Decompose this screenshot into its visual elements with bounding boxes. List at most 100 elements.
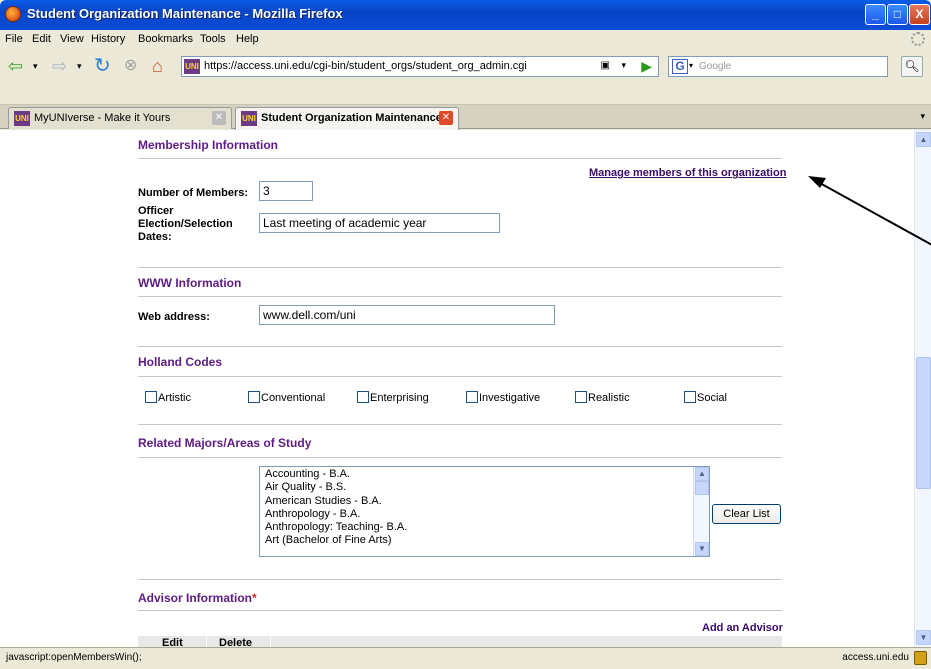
firefox-logo-icon (5, 6, 21, 22)
holland-investigative-checkbox[interactable]: Investigative (466, 391, 540, 404)
menu-history[interactable]: History (91, 33, 125, 45)
holland-realistic-checkbox[interactable]: Realistic (575, 391, 630, 404)
edit-column-header: Edit (162, 637, 183, 647)
page-scroll-down-icon[interactable]: ▼ (916, 630, 931, 645)
holland-artistic-checkbox[interactable]: Artistic (145, 391, 191, 404)
page-scroll-up-icon[interactable]: ▲ (916, 132, 931, 147)
holland-code-label: Social (697, 392, 727, 404)
manage-members-link[interactable]: Manage members of this organization (589, 167, 786, 179)
feed-icon[interactable]: ▣ (601, 60, 610, 71)
clear-list-button[interactable]: Clear List (712, 504, 781, 524)
column-divider (270, 636, 271, 647)
majors-list: Accounting - B.A. Air Quality - B.S. Ame… (265, 468, 407, 548)
required-mark: * (252, 591, 257, 605)
search-box[interactable]: G ▾ Google (668, 56, 888, 77)
list-item[interactable]: Accounting - B.A. (265, 468, 407, 481)
url-dropdown-icon[interactable]: ▾ (621, 60, 626, 71)
menu-edit[interactable]: Edit (32, 33, 51, 45)
search-placeholder[interactable]: Google (699, 61, 731, 72)
holland-code-label: Artistic (158, 392, 191, 404)
status-domain: access.uni.edu (842, 652, 909, 663)
divider (138, 610, 782, 611)
majors-section-title: Related Majors/Areas of Study (138, 436, 312, 450)
tab-favicon-icon: UNI (241, 111, 257, 126)
list-item[interactable]: Anthropology - B.A. (265, 508, 407, 521)
officer-election-label-line3: Dates: (138, 231, 172, 243)
tab-myuniverse[interactable]: UNI MyUNIverse - Make it Yours ✕ (8, 107, 232, 129)
web-address-input[interactable]: www.dell.com/uni (259, 305, 555, 325)
menu-view[interactable]: View (60, 33, 84, 45)
advisor-title-text: Advisor Information (138, 591, 253, 605)
url-text[interactable]: https://access.uni.edu/cgi-bin/student_o… (204, 60, 527, 72)
bookmarks-toolbar (0, 83, 931, 105)
tab-label: Student Organization Maintenance (261, 112, 442, 124)
holland-code-label: Enterprising (370, 392, 429, 404)
holland-enterprising-checkbox[interactable]: Enterprising (357, 391, 429, 404)
search-engine-dropdown-icon[interactable]: ▾ (689, 61, 693, 70)
holland-section-title: Holland Codes (138, 355, 223, 369)
officer-election-label-line1: Officer (138, 205, 174, 217)
list-item[interactable]: American Studies - B.A. (265, 495, 407, 508)
window-title: Student Organization Maintenance - Mozil… (27, 6, 343, 21)
list-item[interactable]: Art (Bachelor of Fine Arts) (265, 534, 407, 547)
tab-student-organization-maintenance[interactable]: UNI Student Organization Maintenance ✕ (235, 107, 459, 130)
holland-social-checkbox[interactable]: Social (684, 391, 727, 404)
divider (138, 346, 782, 347)
throbber-icon (911, 32, 925, 46)
tab-bar: UNI MyUNIverse - Make it Yours ✕ UNI Stu… (0, 105, 931, 130)
back-arrow-icon[interactable]: ⇦ (8, 55, 23, 77)
tab-favicon-icon: UNI (14, 111, 30, 126)
menu-bookmarks[interactable]: Bookmarks (138, 33, 193, 45)
google-engine-icon[interactable]: G (672, 59, 688, 74)
status-bar: javascript:openMembersWin(); access.uni.… (0, 647, 931, 669)
close-window-button[interactable]: X (909, 4, 930, 25)
forward-history-dropdown-icon[interactable]: ▾ (77, 55, 82, 77)
delete-column-header: Delete (219, 637, 253, 647)
reload-icon[interactable]: ↻ (94, 55, 111, 77)
minimize-button[interactable]: _ (865, 4, 886, 25)
tab-close-icon[interactable]: ✕ (212, 111, 226, 125)
page-scrollbar[interactable]: ▲ ▼ (914, 130, 931, 647)
stop-icon[interactable]: ⊗ (124, 55, 137, 77)
officer-election-dates-input[interactable]: Last meeting of academic year (259, 213, 500, 233)
menu-help[interactable]: Help (236, 33, 259, 45)
holland-code-label: Realistic (588, 392, 630, 404)
divider (138, 267, 782, 268)
add-advisor-link[interactable]: Add an Advisor (702, 622, 783, 634)
number-of-members-input[interactable]: 3 (259, 181, 313, 201)
holland-code-label: Investigative (479, 392, 541, 404)
list-item[interactable]: Air Quality - B.S. (265, 481, 407, 494)
scroll-down-icon[interactable]: ▼ (695, 542, 709, 556)
advisor-section-title: Advisor Information* (138, 591, 257, 605)
scrollbar-thumb[interactable] (695, 481, 709, 495)
page-content: Membership Information Manage members of… (0, 130, 914, 647)
home-icon[interactable]: ⌂ (152, 55, 163, 77)
divider (138, 424, 782, 425)
tab-label: MyUNIverse - Make it Yours (34, 112, 171, 124)
menu-tools[interactable]: Tools (200, 33, 226, 45)
list-item[interactable]: Anthropology: Teaching- B.A. (265, 521, 407, 534)
secure-lock-icon (914, 651, 927, 665)
forward-arrow-icon[interactable]: ⇨ (52, 55, 67, 77)
divider (138, 457, 782, 458)
tab-close-icon[interactable]: ✕ (439, 111, 453, 125)
maximize-button[interactable]: □ (887, 4, 908, 25)
search-magnifier-icon[interactable]: 🔍︎ (901, 56, 923, 77)
www-section-title: WWW Information (138, 276, 242, 290)
url-bar[interactable]: UNI https://access.uni.edu/cgi-bin/stude… (181, 56, 659, 77)
menu-file[interactable]: File (5, 33, 23, 45)
tab-list-dropdown-icon[interactable]: ▾ (920, 111, 925, 122)
divider (138, 296, 782, 297)
membership-section-title: Membership Information (138, 138, 279, 152)
back-history-dropdown-icon[interactable]: ▾ (33, 55, 38, 77)
page-scrollbar-thumb[interactable] (916, 357, 931, 489)
menu-bar: File Edit View History Bookmarks Tools H… (0, 30, 931, 49)
majors-listbox[interactable]: Accounting - B.A. Air Quality - B.S. Ame… (259, 466, 710, 557)
go-arrow-icon[interactable]: ▶ (641, 59, 652, 73)
scroll-up-icon[interactable]: ▲ (695, 467, 709, 481)
navigation-toolbar: ⇦ ▾ ⇨ ▾ ↻ ⊗ ⌂ UNI https://access.uni.edu… (0, 49, 931, 83)
number-of-members-label: Number of Members: (138, 187, 249, 199)
majors-scrollbar[interactable]: ▲ ▼ (693, 467, 709, 556)
officer-election-label-line2: Election/Selection (138, 218, 233, 230)
holland-conventional-checkbox[interactable]: Conventional (248, 391, 325, 404)
